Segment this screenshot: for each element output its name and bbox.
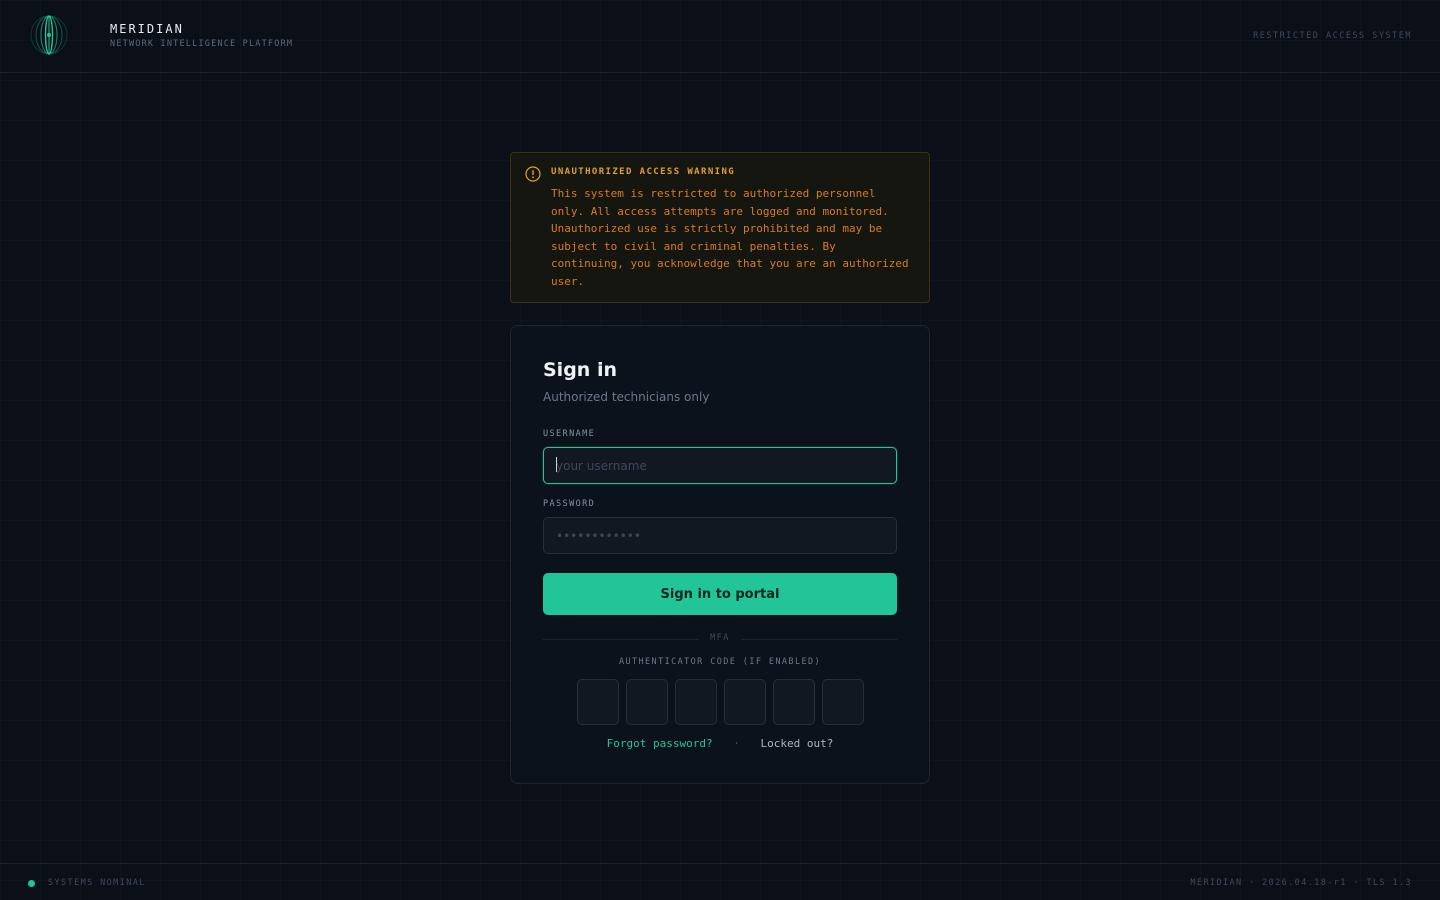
- otp-digit-3[interactable]: [675, 679, 717, 725]
- mfa-code-label: AUTHENTICATOR CODE (IF ENABLED): [618, 657, 822, 667]
- otp-digit-6[interactable]: [822, 679, 864, 725]
- link-separator: ·: [733, 737, 740, 750]
- help-links: Forgot password? · Locked out?: [543, 737, 897, 750]
- username-label: USERNAME: [543, 429, 596, 439]
- otp-inputs: [577, 679, 864, 725]
- warning-circle-icon: [525, 166, 541, 182]
- password-label: PASSWORD: [543, 499, 596, 509]
- otp-digit-1[interactable]: [577, 679, 619, 725]
- meridian-logo-icon: [28, 14, 70, 56]
- signin-subtitle: Authorized technicians only: [543, 390, 710, 404]
- brand-subtitle: NETWORK INTELLIGENCE PLATFORM: [110, 39, 294, 49]
- brand: MERIDIAN NETWORK INTELLIGENCE PLATFORM: [110, 22, 293, 49]
- forgot-password-link[interactable]: Forgot password?: [607, 737, 713, 750]
- mfa-divider: MFA: [543, 633, 897, 643]
- warning-body: This system is restricted to authorized …: [551, 187, 909, 288]
- version-info: MERIDIAN · 2026.04.18-r1 · TLS 1.3: [1190, 878, 1412, 888]
- divider-label: MFA: [710, 633, 730, 643]
- status-footer: SYSTEMS NOMINAL MERIDIAN · 2026.04.18-r1…: [0, 863, 1440, 900]
- signin-submit-button[interactable]: Sign in to portal: [543, 573, 897, 615]
- divider-line-right: [741, 639, 897, 640]
- system-status: SYSTEMS NOMINAL: [48, 878, 146, 888]
- locked-out-link[interactable]: Locked out?: [760, 737, 833, 750]
- text-caret: [556, 457, 557, 472]
- brand-name: MERIDIAN: [110, 22, 184, 36]
- status-indicator-icon: [28, 880, 35, 887]
- otp-digit-4[interactable]: [724, 679, 766, 725]
- signin-title: Sign in: [543, 359, 617, 381]
- restricted-label: RESTRICTED ACCESS SYSTEM: [1253, 31, 1412, 41]
- otp-digit-5[interactable]: [773, 679, 815, 725]
- username-input[interactable]: [543, 447, 897, 484]
- access-warning-banner: UNAUTHORIZED ACCESS WARNING This system …: [510, 152, 930, 303]
- password-input[interactable]: [543, 517, 897, 554]
- otp-digit-2[interactable]: [626, 679, 668, 725]
- top-header: MERIDIAN NETWORK INTELLIGENCE PLATFORM R…: [0, 0, 1440, 73]
- signin-card: Sign in Authorized technicians only USER…: [510, 325, 930, 784]
- warning-title: UNAUTHORIZED ACCESS WARNING: [551, 167, 736, 177]
